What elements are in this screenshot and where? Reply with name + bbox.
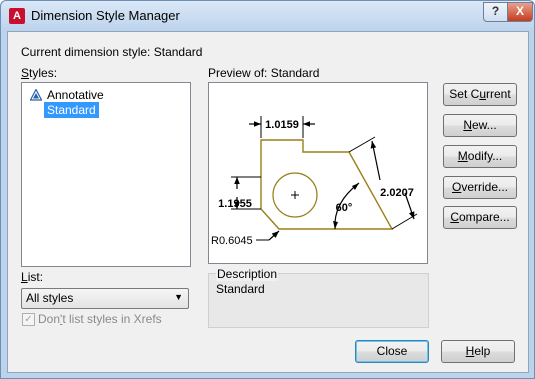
set-current-button[interactable]: Set Current	[443, 83, 517, 106]
current-style-text: Current dimension style: Standard	[21, 45, 202, 59]
styles-label-mnemonic: S	[21, 66, 30, 80]
modify-button[interactable]: Modify...	[443, 145, 517, 168]
current-style-label: Current dimension style:	[21, 45, 151, 59]
title-close-button[interactable]: X	[507, 2, 533, 22]
xrefs-label-rest: t list styles in Xrefs	[62, 312, 162, 326]
dimension-style-manager-window: A Dimension Style Manager ? X Current di…	[0, 0, 535, 379]
override-mnemonic: O	[451, 180, 462, 194]
dim-left-text: 1.1955	[218, 198, 252, 210]
modify-label-post: odify...	[467, 149, 503, 163]
set-current-label-pre: Set C	[449, 87, 480, 101]
new-mnemonic: N	[463, 118, 472, 132]
preview-label: Preview of: Standard	[208, 66, 320, 80]
style-item-label: Standard	[44, 102, 99, 118]
xrefs-label: Don't list styles in Xrefs	[38, 312, 162, 326]
chevron-down-icon: ▼	[174, 292, 183, 302]
list-filter-value: All styles	[26, 291, 74, 305]
override-label-post: verride...	[461, 180, 509, 194]
dim-diagonal-text: 2.0207	[380, 187, 414, 199]
close-button[interactable]: Close	[355, 340, 429, 363]
title-help-button[interactable]: ?	[483, 2, 508, 22]
list-filter-select[interactable]: All styles ▼	[21, 288, 189, 309]
description-label: Description	[216, 267, 279, 281]
dim-angle-text: 60°	[336, 202, 353, 214]
dim-top-text: 1.0159	[265, 119, 299, 131]
set-current-mnemonic: u	[479, 87, 486, 101]
styles-listbox[interactable]: Annotative Standard	[21, 82, 191, 267]
compare-label-post: ompare...	[458, 210, 510, 224]
compare-button[interactable]: Compare...	[443, 206, 517, 229]
preview-pane: 1.0159 1.1955 2.0207 60° R0.6045	[208, 82, 428, 264]
part-outline	[260, 139, 394, 230]
new-label-post: ew...	[471, 118, 497, 132]
description-value: Standard	[216, 282, 265, 296]
list-label-mnemonic: L	[21, 270, 28, 284]
autocad-icon: A	[9, 8, 25, 24]
styles-label: Styles:	[21, 66, 57, 80]
dimension-preview-drawing: 1.0159 1.1955 2.0207 60° R0.6045	[211, 116, 418, 247]
window-title: Dimension Style Manager	[31, 8, 180, 23]
title-bar[interactable]: A Dimension Style Manager ? X	[1, 1, 534, 31]
description-box: Description Standard	[208, 267, 429, 328]
styles-label-rest: tyles:	[29, 66, 58, 80]
set-current-label-post: rrent	[486, 87, 511, 101]
style-item-label: Annotative	[47, 88, 104, 102]
xrefs-checkbox[interactable]: ✓	[22, 313, 35, 326]
xrefs-label-prefix: Don	[38, 312, 61, 326]
help-button[interactable]: Help	[441, 340, 515, 363]
compare-mnemonic: C	[450, 210, 459, 224]
override-button[interactable]: Override...	[443, 176, 517, 199]
annotative-icon	[30, 89, 42, 101]
dialog-client-area: Current dimension style: Standard Styles…	[7, 31, 529, 373]
list-label: List:	[21, 270, 43, 284]
help-label-post: elp	[474, 344, 491, 358]
new-button[interactable]: New...	[443, 114, 517, 137]
dim-radius-text: R0.6045	[211, 235, 253, 247]
list-label-rest: ist:	[27, 270, 44, 284]
current-style-value: Standard	[153, 45, 203, 59]
modify-mnemonic: M	[457, 149, 468, 163]
